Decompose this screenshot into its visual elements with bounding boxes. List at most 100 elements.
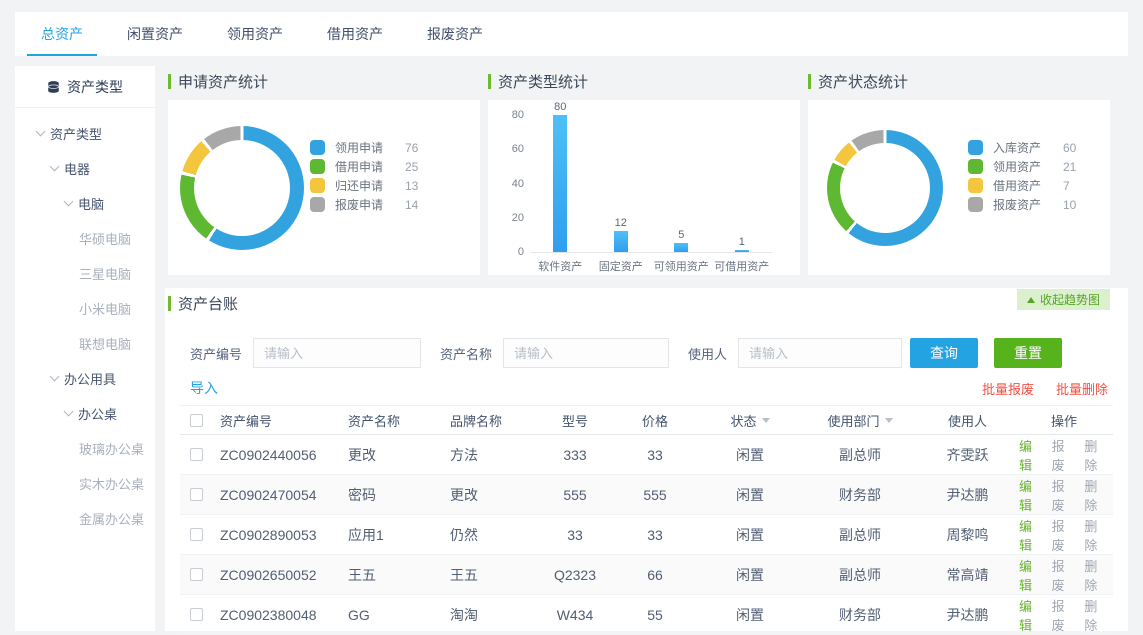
asset-management-page: { "tabs": [ {"label": "总资产", "active": t… [0,0,1143,631]
row-cell-user: 周黎鸣 [920,525,1015,545]
tree-leaf-item[interactable]: 金属办公桌 [15,501,155,536]
row-cell-id: ZC0902650052 [212,567,330,583]
tab-4[interactable]: 报废资产 [411,12,499,56]
row-cell-model: 555 [540,487,610,503]
row-cell-user: 常高靖 [920,565,1015,585]
tree-leaf-item[interactable]: 小米电脑 [15,291,155,326]
tree-item-label: 玻璃办公桌 [79,439,144,458]
tree-branch-item[interactable]: 资产类型 [15,116,155,151]
row-cell-status: 闲置 [700,565,800,585]
row-checkbox[interactable] [190,488,203,501]
legend-label: 领用申请 [335,139,395,156]
row-cell-name: GG [330,607,435,623]
filter-icon[interactable] [762,418,770,423]
tab-1[interactable]: 闲置资产 [111,12,199,56]
row-cell-department: 副总师 [800,565,920,585]
scrap-action[interactable]: 报废 [1052,556,1077,594]
scrap-action[interactable]: 报废 [1052,436,1077,474]
collapse-trend-chart-button[interactable]: 收起趋势图 [1017,289,1110,310]
edit-action[interactable]: 编辑 [1019,516,1044,554]
sidebar: 资产类型 资产类型电器电脑华硕电脑三星电脑小米电脑联想电脑办公用具办公桌玻璃办公… [15,66,155,631]
header-cell: 型号 [540,411,610,430]
legend-item: 报废申请14 [310,197,418,212]
tab-bar: 总资产闲置资产领用资产借用资产报废资产 [15,12,1128,56]
table-row: ZC0902890053应用1仍然3333闲置副总师周黎鸣编辑报废删除 [180,515,1113,555]
row-cell-name: 应用1 [330,525,435,545]
edit-action[interactable]: 编辑 [1019,436,1044,474]
edit-action[interactable]: 编辑 [1019,596,1044,634]
select-all-checkbox[interactable] [190,414,203,427]
tree-branch-item[interactable]: 办公用具 [15,361,155,396]
row-cell-checkbox [180,608,212,621]
section-title-application-stats: 申请资产统计 [168,71,268,92]
scrap-action[interactable]: 报废 [1052,596,1077,634]
bar [614,231,628,252]
row-cell-price: 33 [610,447,700,463]
legend-label: 借用资产 [993,177,1053,194]
row-cell-name: 密码 [330,485,435,505]
tree-leaf-item[interactable]: 三星电脑 [15,256,155,291]
legend-item: 领用资产21 [968,159,1076,174]
delete-action[interactable]: 删除 [1084,596,1109,634]
asset-name-input[interactable] [503,338,669,368]
legend-label: 领用资产 [993,158,1053,175]
row-cell-status: 闲置 [700,605,800,625]
scrap-action[interactable]: 报废 [1052,476,1077,514]
tree-leaf-item[interactable]: 联想电脑 [15,326,155,361]
tab-2[interactable]: 领用资产 [211,12,299,56]
filter-icon[interactable] [885,418,893,423]
bar [735,250,749,252]
row-cell-checkbox [180,488,212,501]
table-row: ZC0902380048GG淘淘W43455闲置财务部尹达鹏编辑报废删除 [180,595,1113,635]
table-row: ZC0902470054密码更改555555闲置财务部尹达鹏编辑报废删除 [180,475,1113,515]
user-label: 使用人 [688,344,727,363]
row-cell-price: 555 [610,487,700,503]
header-cell-label: 操作 [1051,411,1077,430]
edit-action[interactable]: 编辑 [1019,556,1044,594]
legend-value: 60 [1063,141,1076,155]
delete-action[interactable]: 删除 [1084,556,1109,594]
header-cell-checkbox [180,414,212,427]
status-stats-chart-card: 入库资产60领用资产21借用资产7报废资产10 [808,100,1110,275]
row-cell-status: 闲置 [700,525,800,545]
legend-swatch [310,178,325,193]
row-cell-brand: 淘淘 [435,605,540,625]
scrap-action[interactable]: 报废 [1052,516,1077,554]
row-checkbox[interactable] [190,528,203,541]
tree-branch-item[interactable]: 办公桌 [15,396,155,431]
batch-delete-link[interactable]: 批量删除 [1056,379,1108,398]
legend-value: 25 [405,160,418,174]
query-button[interactable]: 查询 [910,338,978,368]
tree-leaf-item[interactable]: 华硕电脑 [15,221,155,256]
tree-item-label: 资产类型 [50,124,102,143]
tab-3[interactable]: 借用资产 [311,12,399,56]
tree-branch-item[interactable]: 电脑 [15,186,155,221]
tab-0[interactable]: 总资产 [25,12,99,56]
delete-action[interactable]: 删除 [1084,516,1109,554]
tree-item-label: 实木办公桌 [79,474,144,493]
bar-value-label: 12 [615,217,627,229]
asset-type-tree: 资产类型电器电脑华硕电脑三星电脑小米电脑联想电脑办公用具办公桌玻璃办公桌实木办公… [15,108,155,536]
section-title-type-stats: 资产类型统计 [488,71,588,92]
delete-action[interactable]: 删除 [1084,436,1109,474]
import-link[interactable]: 导入 [190,378,218,398]
row-checkbox[interactable] [190,608,203,621]
tree-leaf-item[interactable]: 实木办公桌 [15,466,155,501]
row-checkbox[interactable] [190,568,203,581]
row-cell-id: ZC0902890053 [212,527,330,543]
tree-leaf-item[interactable]: 玻璃办公桌 [15,431,155,466]
tree-branch-item[interactable]: 电器 [15,151,155,186]
user-input[interactable] [738,338,902,368]
delete-action[interactable]: 删除 [1084,476,1109,514]
reset-button[interactable]: 重置 [994,338,1062,368]
asset-id-input[interactable] [253,338,421,368]
edit-action[interactable]: 编辑 [1019,476,1044,514]
legend-swatch [968,140,983,155]
legend-label: 报废资产 [993,196,1053,213]
legend-item: 借用申请25 [310,159,418,174]
ledger-title: 资产台账 [168,293,238,314]
section-marker [488,74,491,89]
batch-scrap-link[interactable]: 批量报废 [982,379,1034,398]
row-checkbox[interactable] [190,448,203,461]
legend-swatch [310,197,325,212]
